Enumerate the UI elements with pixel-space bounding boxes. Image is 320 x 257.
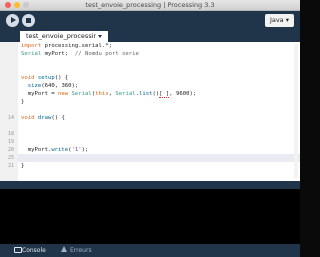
code-line[interactable]: 20 myPort.write('1'); [8, 146, 300, 154]
code-text: void draw() { [21, 115, 65, 121]
code-line[interactable]: } [18, 98, 300, 106]
line-number: 19 [7, 139, 14, 145]
mode-selector[interactable]: Java ▾ [264, 14, 294, 27]
tab-sketch[interactable]: test_envoie_processing [20, 31, 108, 42]
code-line[interactable]: 19 [8, 138, 300, 146]
code-text: myPort = new Serial(this, Serial.list()[… [21, 91, 197, 98]
footer-bar: Console Erreurs [0, 244, 300, 257]
console-panel[interactable] [0, 189, 300, 244]
code-line[interactable] [18, 66, 300, 74]
code-line[interactable] [18, 106, 300, 114]
code-line[interactable]: 14 void draw() { [8, 114, 300, 122]
tab-bar: test_envoie_processing [0, 30, 300, 42]
code-line[interactable]: 25 [8, 154, 300, 162]
errors-tab[interactable]: Erreurs [70, 246, 92, 256]
tab-menu-button[interactable] [96, 33, 104, 40]
line-number: 20 [7, 147, 14, 153]
code-text: Serial myPort; // Nomdu port serie [21, 51, 139, 57]
code-line[interactable]: void setup() { [18, 74, 300, 82]
code-text: } [21, 163, 25, 169]
chevron-down-icon [98, 35, 102, 38]
toolbar: Java ▾ [0, 11, 300, 30]
code-text: import processing.serial.*; [21, 43, 112, 49]
code-text: } [21, 99, 25, 105]
code-line[interactable]: 18 [8, 130, 300, 138]
line-number: 21 [7, 163, 14, 169]
code-text: void setup() { [21, 75, 69, 81]
code-line[interactable] [18, 58, 300, 66]
status-bar [0, 181, 300, 189]
code-line[interactable]: import processing.serial.*; [18, 42, 300, 50]
run-button[interactable] [6, 14, 19, 27]
stop-button[interactable] [22, 14, 35, 27]
stop-icon [26, 18, 31, 23]
code-line[interactable]: size(640, 360); [18, 82, 300, 90]
editor-scrollbar[interactable] [294, 44, 298, 178]
title-bar: test_envoie_processing | Processing 3.3 [0, 0, 300, 11]
console-tab[interactable]: Console [22, 246, 46, 256]
console-icon [14, 247, 22, 253]
line-number: 14 [7, 115, 14, 121]
window-title: test_envoie_processing | Processing 3.3 [85, 1, 215, 9]
code-line[interactable]: 21} [8, 162, 300, 170]
code-area[interactable]: import processing.serial.*; Serial myPort… [8, 42, 300, 170]
warning-icon [61, 246, 67, 252]
code-line[interactable] [18, 122, 300, 130]
code-line[interactable]: myPort = new Serial(this, Serial.list()[… [18, 90, 300, 98]
code-line[interactable]: Serial myPort; // Nomdu port serie [18, 50, 300, 58]
code-text: myPort.write('1'); [21, 147, 89, 153]
code-text: size(640, 360); [27, 83, 79, 89]
play-icon [11, 17, 16, 23]
line-number: 18 [7, 131, 14, 137]
line-number: 25 [7, 155, 14, 161]
code-editor[interactable]: import processing.serial.*; Serial myPort… [0, 42, 300, 181]
